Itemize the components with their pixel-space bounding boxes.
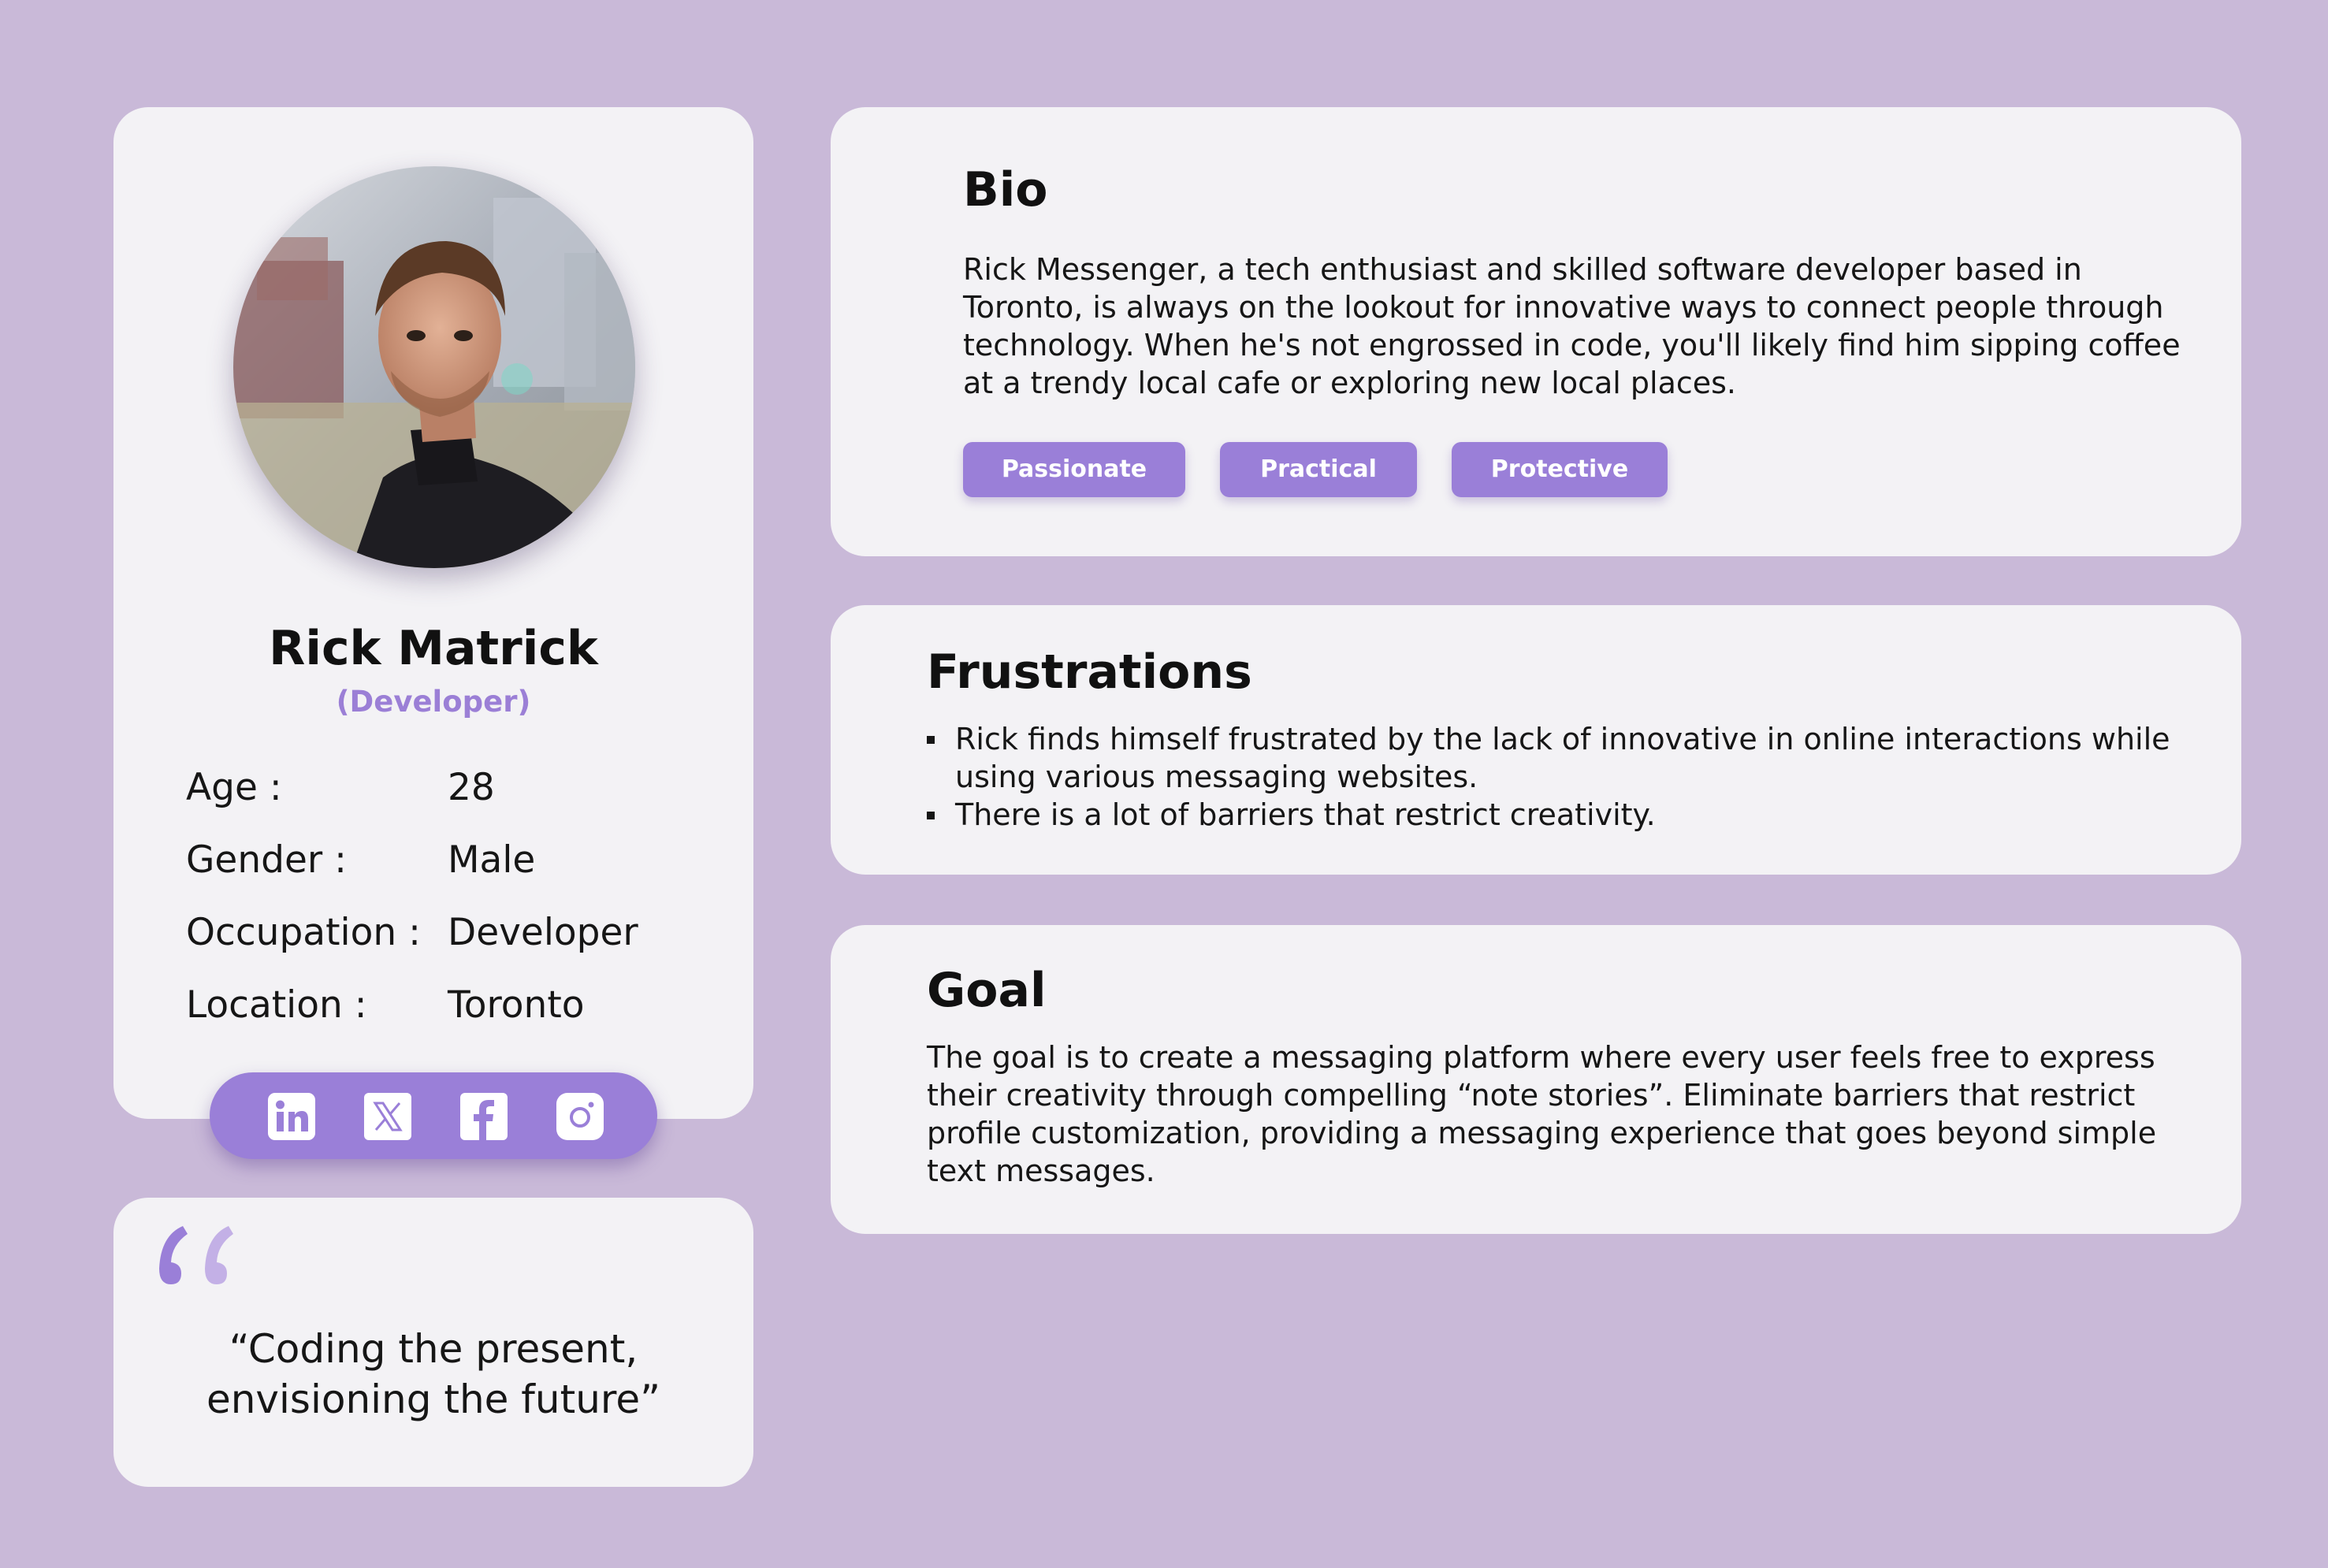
frustrations-title: Frustrations — [927, 645, 1252, 700]
detail-label: Gender : — [186, 838, 347, 882]
person-role: (Developer) — [336, 685, 531, 719]
avatar — [233, 166, 635, 568]
detail-value: 28 — [448, 766, 495, 809]
frustrations-card: Frustrations Rick finds himself frustrat… — [831, 605, 2241, 875]
bullet-icon — [927, 736, 935, 744]
linkedin-icon[interactable] — [268, 1093, 315, 1140]
tag-passionate[interactable]: Passionate — [963, 442, 1185, 497]
social-links-bar — [210, 1072, 657, 1159]
detail-value: Developer — [448, 911, 638, 954]
x-icon[interactable] — [364, 1093, 411, 1140]
quote-mark-icon — [159, 1226, 233, 1284]
frustration-text: Rick finds himself frustrated by the lac… — [955, 722, 2170, 794]
instagram-icon[interactable] — [556, 1093, 604, 1140]
tag-practical[interactable]: Practical — [1220, 442, 1417, 497]
detail-label: Occupation : — [186, 911, 421, 954]
person-name: Rick Matrick — [269, 621, 598, 676]
goal-card: Goal The goal is to create a messaging p… — [831, 925, 2241, 1234]
quote-card: “Coding the present, envisioning the fut… — [113, 1198, 753, 1487]
detail-row-occupation: Occupation : Developer — [186, 911, 722, 958]
detail-label: Location : — [186, 983, 367, 1027]
quote-text: “Coding the present, envisioning the fut… — [206, 1326, 661, 1422]
frustration-text: There is a lot of barriers that restrict… — [955, 797, 1656, 832]
goal-title: Goal — [927, 963, 1047, 1018]
detail-value: Male — [448, 838, 536, 882]
avatar-photo — [233, 166, 635, 568]
frustrations-list: Rick finds himself frustrated by the lac… — [927, 720, 2219, 834]
detail-value: Toronto — [448, 983, 585, 1027]
list-item: Rick finds himself frustrated by the lac… — [927, 720, 2219, 796]
bio-title: Bio — [963, 162, 1048, 217]
goal-text: The goal is to create a messaging platfo… — [927, 1040, 2157, 1188]
tag-protective[interactable]: Protective — [1452, 442, 1668, 497]
detail-row-age: Age : 28 — [186, 766, 722, 813]
detail-row-location: Location : Toronto — [186, 983, 722, 1031]
bio-card: Bio Rick Messenger, a tech enthusiast an… — [831, 107, 2241, 556]
detail-row-gender: Gender : Male — [186, 838, 722, 886]
bio-text: Rick Messenger, a tech enthusiast and sk… — [963, 252, 2181, 400]
facebook-icon[interactable] — [460, 1093, 508, 1140]
bullet-icon — [927, 812, 935, 819]
profile-card: Rick Matrick (Developer) Age : 28 Gender… — [113, 107, 753, 1119]
detail-label: Age : — [186, 766, 282, 809]
list-item: There is a lot of barriers that restrict… — [927, 796, 2219, 834]
